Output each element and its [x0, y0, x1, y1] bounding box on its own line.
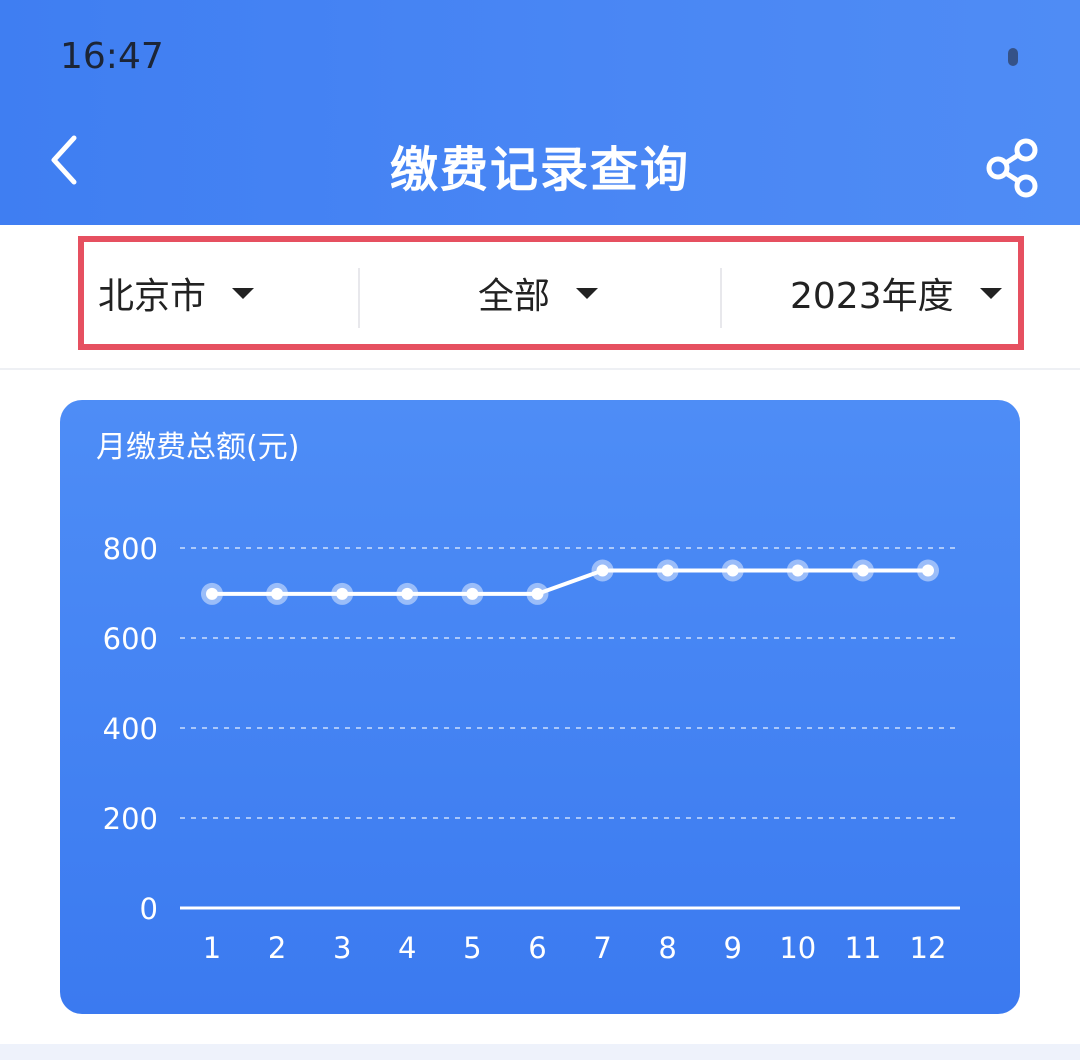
- monthly-payment-line-chart: 02004006008001 2 3 4 5 6 7 8 9 10 11 12: [103, 532, 960, 965]
- filter-bar: 北京市 全部 2023年度: [78, 236, 1024, 350]
- x-tick-label: 6: [528, 931, 546, 965]
- x-tick-label: 1: [203, 931, 221, 965]
- data-point: [726, 564, 739, 577]
- year-filter-dropdown[interactable]: 2023年度: [790, 242, 1002, 344]
- caret-down-icon: [979, 287, 1002, 299]
- bottom-strip: [0, 1044, 1080, 1060]
- data-point: [206, 587, 218, 600]
- y-tick-label: 0: [140, 892, 158, 926]
- data-point: [271, 587, 284, 600]
- app-header: 16:47 缴费记录查询: [0, 0, 1080, 225]
- data-point: [336, 587, 349, 600]
- share-icon: [986, 138, 1038, 198]
- x-tick-label: 2: [268, 931, 286, 965]
- y-tick-label: 800: [103, 532, 158, 566]
- x-tick-label: 4: [398, 931, 416, 965]
- monthly-payment-chart-card: 月缴费总额(元) 0 200 400 600 800 1 2 3 4 5 6 7 8 9 10 11 12: [60, 400, 1020, 1014]
- share-button[interactable]: [980, 136, 1044, 200]
- x-tick-label: 8: [658, 931, 676, 965]
- filter-divider: [358, 268, 360, 328]
- type-filter-dropdown[interactable]: 全部: [478, 242, 599, 344]
- caret-down-icon: [232, 287, 255, 299]
- data-point: [791, 564, 804, 577]
- data-point: [466, 587, 479, 600]
- data-point: [531, 587, 544, 600]
- status-indicator-icon: [1008, 48, 1018, 66]
- city-filter-dropdown[interactable]: 北京市: [98, 242, 255, 344]
- filter-divider: [720, 268, 722, 328]
- y-tick-label: 400: [103, 712, 158, 746]
- x-tick-label: 5: [463, 931, 481, 965]
- x-tick-label: 3: [333, 931, 351, 965]
- data-point: [596, 564, 609, 577]
- type-filter-label: 全部: [478, 276, 551, 317]
- section-divider: [0, 368, 1080, 370]
- x-tick-label: 9: [724, 931, 742, 965]
- data-point: [661, 564, 674, 577]
- y-tick-label: 200: [103, 802, 158, 836]
- data-point: [856, 564, 869, 577]
- year-filter-label: 2023年度: [790, 276, 954, 317]
- data-point: [922, 564, 934, 577]
- x-tick-label: 12: [910, 931, 947, 965]
- status-time: 16:47: [60, 36, 164, 77]
- city-filter-label: 北京市: [98, 276, 207, 317]
- x-tick-label: 11: [844, 931, 881, 965]
- page-title: 缴费记录查询: [389, 142, 690, 198]
- y-tick-label: 600: [103, 622, 158, 656]
- x-tick-label: 7: [593, 931, 611, 965]
- data-point: [401, 587, 414, 600]
- caret-down-icon: [576, 287, 599, 299]
- x-tick-label: 10: [779, 931, 816, 965]
- series-line: [212, 568, 928, 596]
